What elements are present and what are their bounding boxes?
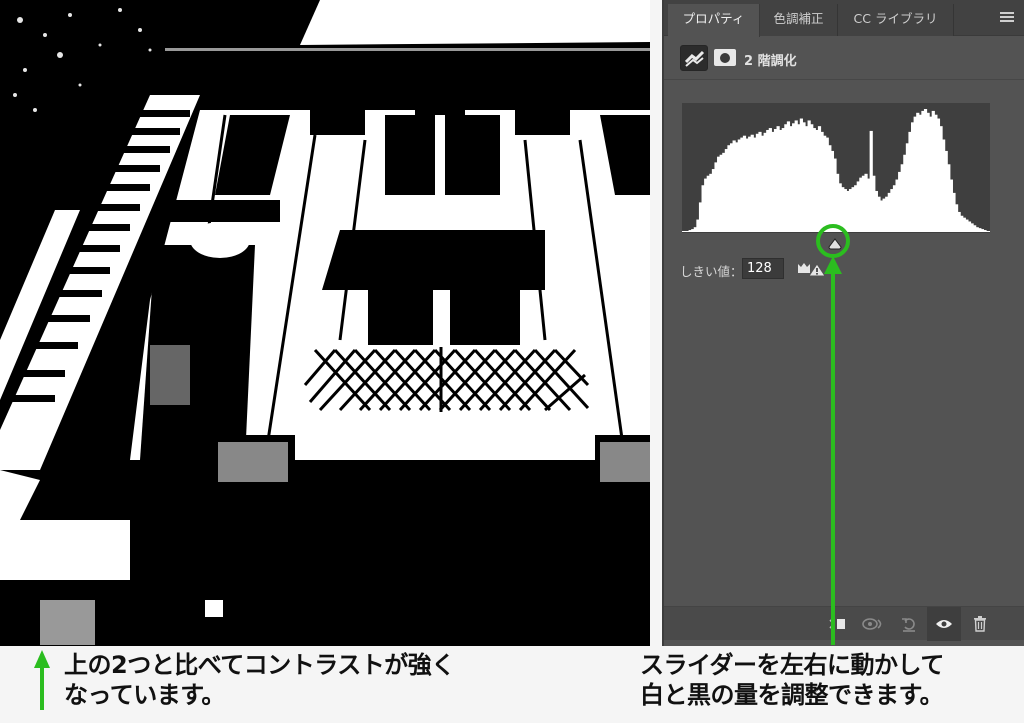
visibility-eye-icon — [936, 620, 952, 628]
sky-region — [300, 0, 650, 45]
right-caption-line-1: スライダーを左右に動かして — [640, 651, 944, 679]
threshold-slider-thumb[interactable] — [828, 235, 842, 254]
histogram-bin — [983, 230, 987, 231]
clipping-warning-icon — [798, 263, 810, 273]
right-caption-line-2: 白と黒の量を調整できます。 — [640, 681, 944, 709]
threshold-label: しきい値： — [680, 264, 743, 279]
visibility-toggle-button[interactable] — [927, 607, 961, 641]
histogram — [682, 103, 990, 233]
left-caption-line-2: なっています。 — [64, 681, 225, 709]
reset-button[interactable] — [892, 607, 926, 641]
view-previous-state-icon — [862, 618, 882, 630]
alert-triangle-icon — [808, 263, 826, 277]
view-previous-state-button[interactable] — [856, 607, 890, 641]
clip-to-layer-icon — [829, 619, 845, 629]
balcony-lattice — [300, 347, 590, 412]
reset-icon — [902, 618, 915, 632]
tab-properties[interactable]: プロパティ — [668, 4, 760, 37]
left-caption: 上の2つと比べてコントラストが強く なっています。 — [64, 650, 455, 710]
trash-icon — [974, 616, 986, 632]
right-caption: スライダーを左右に動かして 白と黒の量を調整できます。 — [640, 650, 944, 710]
delete-button[interactable] — [963, 607, 997, 641]
adjustment-title: 2 階調化 — [744, 54, 797, 69]
warning-icons — [797, 261, 827, 281]
threshold-value-input[interactable]: 128 — [742, 258, 784, 279]
clip-to-layer-button[interactable] — [820, 607, 854, 641]
threshold-adjustment-icon[interactable] — [680, 45, 708, 71]
tab-cc-libraries[interactable]: CC ライブラリ — [838, 4, 954, 36]
left-caption-line-1: 上の2つと比べてコントラストが強く — [64, 651, 455, 679]
layer-mask-icon[interactable] — [714, 49, 736, 66]
tab-adjustments[interactable]: 色調補正 — [760, 4, 838, 36]
histogram-chart — [682, 109, 990, 232]
adjustment-layer-header: 2 階調化 — [664, 38, 1024, 80]
properties-panel: プロパティ 色調補正 CC ライブラリ 2 階調化 しきい値： 128 — [662, 0, 1024, 646]
panel-footer — [664, 606, 1024, 641]
hamburger-menu-icon[interactable] — [1000, 12, 1014, 24]
photo-pointer-arrow — [34, 650, 50, 710]
threshold-photo — [0, 0, 650, 646]
photo-canvas — [0, 0, 650, 646]
panel-tab-bar: プロパティ 色調補正 CC ライブラリ — [664, 0, 1024, 37]
